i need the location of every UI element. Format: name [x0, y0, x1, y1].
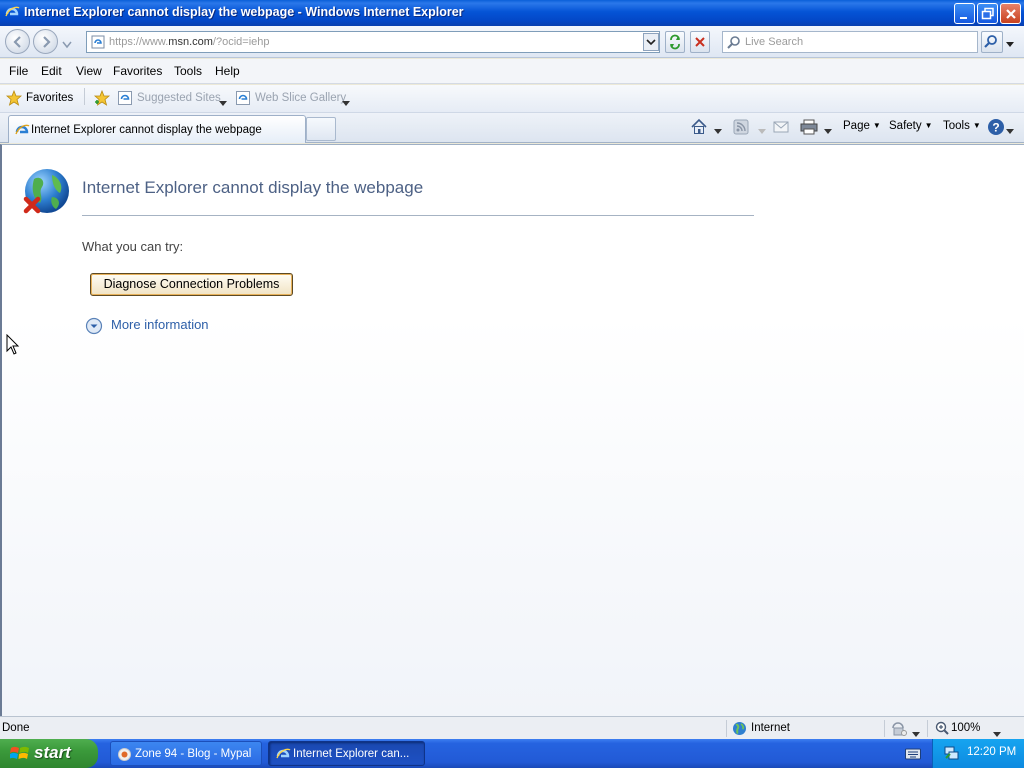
- taskbar-item-internet-explorer-label: Internet Explorer can...: [293, 748, 410, 760]
- status-divider-2: [884, 720, 885, 737]
- menu-view[interactable]: View: [76, 64, 102, 78]
- tab-label: Internet Explorer cannot display the web…: [31, 124, 262, 136]
- suggested-sites-link[interactable]: Suggested Sites: [137, 92, 221, 104]
- diagnose-connection-problems-button[interactable]: Diagnose Connection Problems: [90, 273, 293, 296]
- tools-menu[interactable]: Tools ▼: [943, 120, 981, 132]
- svg-text:?: ?: [992, 121, 999, 135]
- web-slice-gallery-dropdown-icon[interactable]: [342, 96, 350, 110]
- ie-logo-icon: [4, 5, 20, 21]
- feeds-dropdown-icon[interactable]: [758, 124, 766, 138]
- tab-ie-icon: [14, 123, 30, 139]
- help-dropdown-icon[interactable]: [1006, 124, 1014, 138]
- menu-favorites[interactable]: Favorites: [113, 64, 162, 78]
- chevron-down-circle-icon: [85, 317, 103, 338]
- zoom-icon[interactable]: [935, 721, 949, 738]
- more-information-label: More information: [111, 317, 209, 332]
- recent-pages-dropdown-icon[interactable]: [62, 38, 72, 52]
- home-icon[interactable]: [690, 118, 708, 139]
- clock: 12:20 PM: [967, 746, 1017, 758]
- safety-menu-dropdown-icon: ▼: [924, 121, 933, 130]
- new-tab-button[interactable]: [306, 117, 336, 141]
- status-text: Done: [2, 722, 30, 734]
- network-icon[interactable]: [943, 745, 960, 764]
- page-icon: [91, 35, 105, 52]
- menu-bar: File Edit View Favorites Tools Help: [0, 59, 1024, 84]
- error-heading: Internet Explorer cannot display the web…: [82, 178, 424, 197]
- protected-mode-icon[interactable]: [891, 721, 907, 739]
- menu-file[interactable]: File: [9, 64, 28, 78]
- stop-button[interactable]: [690, 31, 710, 53]
- suggested-sites-dropdown-icon[interactable]: [219, 96, 227, 110]
- search-input[interactable]: Live Search: [722, 31, 978, 53]
- suggested-sites-ie-icon: [118, 91, 132, 108]
- favorites-bar: Favorites Suggested Sites Web Slice Gall…: [0, 85, 1024, 113]
- zoom-level[interactable]: 100%: [951, 722, 980, 734]
- menu-edit[interactable]: Edit: [41, 64, 62, 78]
- taskbar-item-mypal-label: Zone 94 - Blog - Mypal: [135, 748, 252, 760]
- restore-button[interactable]: [977, 3, 998, 24]
- page-menu[interactable]: Page ▼: [843, 120, 881, 132]
- favorites-divider: [84, 88, 85, 105]
- tools-menu-dropdown-icon: ▼: [972, 121, 981, 130]
- minimize-button[interactable]: [954, 3, 975, 24]
- read-mail-icon[interactable]: [773, 120, 789, 137]
- what-you-can-try-label: What you can try:: [82, 239, 184, 254]
- title-bar: Internet Explorer cannot display the web…: [0, 0, 1024, 26]
- globe-error-icon: [22, 167, 70, 220]
- favorites-star-icon: [5, 89, 23, 109]
- back-button[interactable]: [5, 29, 30, 54]
- mypal-icon: [117, 747, 132, 765]
- start-label: start: [34, 743, 71, 762]
- home-dropdown-icon[interactable]: [714, 124, 722, 138]
- help-icon[interactable]: ?: [987, 118, 1005, 139]
- heading-divider: [82, 215, 754, 216]
- safety-menu-label: Safety: [889, 120, 922, 132]
- tab-current[interactable]: Internet Explorer cannot display the web…: [8, 115, 306, 143]
- taskbar: start Zone 94 - Blog - Mypal Internet Ex…: [0, 739, 1024, 768]
- status-divider: [726, 720, 727, 737]
- feeds-icon[interactable]: [733, 119, 749, 138]
- tools-menu-label: Tools: [943, 120, 970, 132]
- web-slice-gallery-ie-icon: [236, 91, 250, 108]
- favorites-button[interactable]: Favorites: [26, 92, 73, 104]
- refresh-button[interactable]: [665, 31, 685, 53]
- page-menu-label: Page: [843, 120, 870, 132]
- close-button[interactable]: [1000, 3, 1021, 24]
- address-url: https://www.msn.com/?ocid=iehp: [109, 36, 270, 48]
- address-dropdown-icon[interactable]: [643, 33, 659, 51]
- start-button[interactable]: start: [0, 739, 98, 768]
- status-bar: Done Internet 100%: [0, 716, 1024, 739]
- navigation-bar: https://www.msn.com/?ocid=iehp Live Sear…: [0, 26, 1024, 58]
- system-tray: 12:20 PM: [932, 739, 1024, 768]
- safety-menu[interactable]: Safety ▼: [889, 120, 933, 132]
- add-to-favorites-bar-icon[interactable]: [93, 89, 111, 109]
- print-dropdown-icon[interactable]: [824, 124, 832, 138]
- web-slice-gallery-link[interactable]: Web Slice Gallery: [255, 92, 346, 104]
- address-input[interactable]: https://www.msn.com/?ocid=iehp: [86, 31, 660, 53]
- search-placeholder: Live Search: [745, 36, 804, 48]
- menu-help[interactable]: Help: [215, 64, 240, 78]
- security-zone-label: Internet: [751, 722, 790, 734]
- taskbar-item-mypal[interactable]: Zone 94 - Blog - Mypal: [110, 741, 262, 766]
- search-options-dropdown-icon[interactable]: [1005, 38, 1015, 52]
- status-divider-3: [927, 720, 928, 737]
- windows-logo-icon: [9, 745, 30, 766]
- page-menu-dropdown-icon: ▼: [872, 121, 881, 130]
- tab-row: Internet Explorer cannot display the web…: [0, 113, 1024, 143]
- window-title: Internet Explorer cannot display the web…: [24, 5, 464, 19]
- page-content: Internet Explorer cannot display the web…: [0, 144, 1024, 716]
- forward-button[interactable]: [33, 29, 58, 54]
- taskbar-item-internet-explorer[interactable]: Internet Explorer can...: [268, 741, 425, 766]
- print-icon[interactable]: [800, 119, 818, 138]
- search-go-button[interactable]: [981, 31, 1003, 53]
- mouse-cursor-icon: [6, 333, 20, 359]
- keyboard-icon[interactable]: [905, 747, 921, 763]
- internet-zone-globe-icon: [732, 721, 747, 739]
- menu-tools[interactable]: Tools: [174, 64, 202, 78]
- search-icon: [727, 35, 741, 52]
- taskbar-ie-icon: [275, 747, 291, 763]
